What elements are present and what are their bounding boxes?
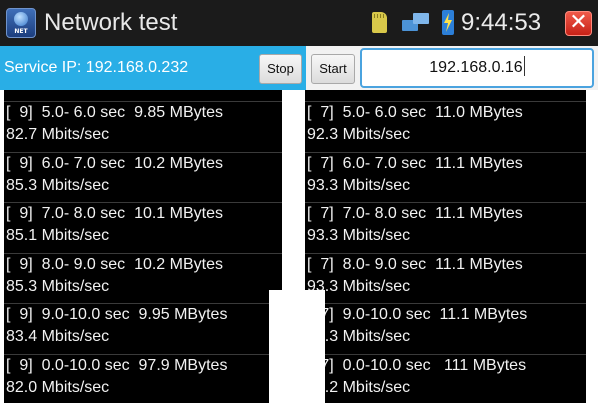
result-bandwidth: 92.3 Mbits/sec xyxy=(307,126,411,143)
result-row: [ 9] 6.0- 7.0 sec 10.2 MBytes 85.3 Mbits/… xyxy=(4,151,282,203)
result-interval: [ 9] 9.0-10.0 sec 9.95 MBytes xyxy=(6,306,228,323)
result-row: [ 7] 6.0- 7.0 sec 11.1 MBytes 93.3 Mbits/… xyxy=(305,151,586,203)
result-interval: [ 7] 7.0- 8.0 sec 11.1 MBytes xyxy=(307,205,523,222)
status-clock: 9:44:53 xyxy=(461,9,542,36)
result-bandwidth: 93.3 Mbits/sec xyxy=(307,328,411,345)
app-icon-tag: NET xyxy=(14,28,28,35)
network-test-app-icon: NET xyxy=(6,8,36,38)
result-row: [ 9] 0.0-10.0 sec 97.9 MBytes 82.0 Mbits/… xyxy=(4,353,282,403)
result-bandwidth: 82.0 Mbits/sec xyxy=(6,378,110,396)
result-interval: [ 9] 8.0- 9.0 sec 10.2 MBytes xyxy=(6,255,223,273)
network-icon xyxy=(402,13,432,35)
result-interval: [ 9] 0.0-10.0 sec 97.9 MBytes xyxy=(6,356,228,374)
result-bandwidth: 93.3 Mbits/sec xyxy=(307,227,411,244)
app-title: Network test xyxy=(44,9,178,36)
result-bandwidth: 85.3 Mbits/sec xyxy=(6,277,110,295)
text-caret xyxy=(523,56,525,76)
close-button[interactable]: ✕ xyxy=(565,11,592,36)
result-row: [ 7] 8.0- 9.0 sec 11.1 MBytes 93.3 Mbits/… xyxy=(305,252,586,304)
stop-button[interactable]: Stop xyxy=(259,54,302,84)
battery-charging-icon xyxy=(442,10,454,35)
result-row: [ 7] 5.0- 6.0 sec 11.0 MBytes 92.3 Mbits/… xyxy=(305,101,586,152)
result-interval: [ 7] 6.0- 7.0 sec 11.1 MBytes xyxy=(307,154,523,172)
result-row: [ 7] 7.0- 8.0 sec 11.1 MBytes 93.3 Mbits/… xyxy=(305,202,586,253)
result-row: [ 7] 0.0-10.0 sec 111 MBytes 93.2 Mbits/s… xyxy=(305,353,586,403)
target-ip-input[interactable]: 192.168.0.16 xyxy=(360,48,594,88)
globe-icon xyxy=(14,12,28,26)
start-button[interactable]: Start xyxy=(311,54,355,84)
right-results-pane[interactable]: [ 7] 5.0- 6.0 sec 11.0 MBytes 92.3 Mbits/… xyxy=(305,90,586,403)
result-interval: [ 7] 9.0-10.0 sec 11.1 MBytes xyxy=(307,306,528,323)
result-row: [ 9] 8.0- 9.0 sec 10.2 MBytes 85.3 Mbits/… xyxy=(4,252,282,304)
result-interval: [ 9] 7.0- 8.0 sec 10.1 MBytes xyxy=(6,205,223,222)
result-interval: [ 9] 5.0- 6.0 sec 9.85 MBytes xyxy=(6,104,223,121)
result-row: [ 9] 5.0- 6.0 sec 9.85 MBytes 82.7 Mbits/… xyxy=(4,101,282,152)
left-results-pane[interactable]: [ 9] 5.0- 6.0 sec 9.85 MBytes 82.7 Mbits/… xyxy=(4,90,282,403)
result-row: [ 7] 9.0-10.0 sec 11.1 MBytes 93.3 Mbits/… xyxy=(305,303,586,354)
sd-card-icon xyxy=(372,12,387,33)
result-row: [ 9] 9.0-10.0 sec 9.95 MBytes 83.4 Mbits/… xyxy=(4,303,282,354)
right-margin xyxy=(586,90,598,403)
result-bandwidth: 93.3 Mbits/sec xyxy=(307,277,411,295)
result-bandwidth: 82.7 Mbits/sec xyxy=(6,126,110,143)
result-row: [ 9] 7.0- 8.0 sec 10.1 MBytes 85.1 Mbits/… xyxy=(4,202,282,253)
result-bandwidth: 93.2 Mbits/sec xyxy=(307,378,411,396)
service-ip-label: Service IP: 192.168.0.232 xyxy=(4,59,189,76)
close-x-icon: ✕ xyxy=(569,10,588,35)
result-bandwidth: 83.4 Mbits/sec xyxy=(6,328,110,345)
left-pane-gap xyxy=(269,290,283,403)
result-interval: [ 7] 5.0- 6.0 sec 11.0 MBytes xyxy=(307,104,523,121)
result-bandwidth: 93.3 Mbits/sec xyxy=(307,176,411,194)
right-pane-gap xyxy=(305,290,325,403)
result-interval: [ 7] 0.0-10.0 sec 111 MBytes xyxy=(307,356,527,374)
result-bandwidth: 85.1 Mbits/sec xyxy=(6,227,110,244)
result-interval: [ 9] 6.0- 7.0 sec 10.2 MBytes xyxy=(6,154,223,172)
result-bandwidth: 85.3 Mbits/sec xyxy=(6,176,110,194)
pane-divider xyxy=(282,90,305,403)
result-interval: [ 7] 8.0- 9.0 sec 11.1 MBytes xyxy=(307,255,523,273)
target-ip-value: 192.168.0.16 xyxy=(429,59,523,76)
